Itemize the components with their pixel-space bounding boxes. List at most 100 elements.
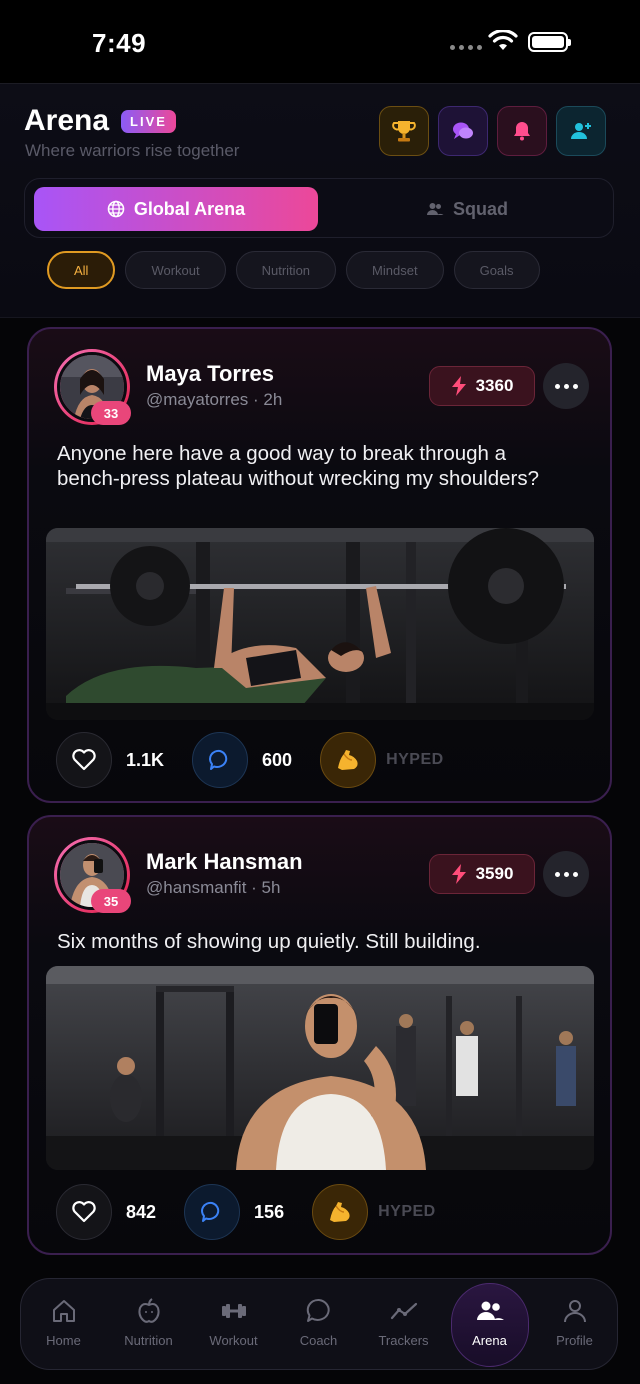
hype-label: HYPED (386, 751, 444, 768)
post-image[interactable] (46, 528, 594, 720)
nav-label: Nutrition (124, 1333, 173, 1348)
users-icon (476, 1301, 504, 1320)
nav-arena[interactable]: Arena (447, 1279, 532, 1371)
filter-chip-nutrition[interactable]: Nutrition (235, 251, 337, 289)
user-icon (563, 1300, 586, 1323)
status-time: 7:49 (92, 28, 147, 58)
nav-coach[interactable]: Coach (276, 1279, 361, 1371)
like-count: 1.1K (126, 749, 165, 770)
page-subtitle: Where warriors rise together (25, 141, 240, 160)
status-bar: 7:49 (0, 0, 640, 84)
nav-home[interactable]: Home (21, 1279, 106, 1371)
add-user-icon (571, 123, 591, 139)
wifi-icon (488, 30, 518, 50)
signal-icon (450, 45, 482, 50)
heart-icon (72, 1201, 96, 1223)
heart-icon (72, 749, 96, 771)
leaderboard-button[interactable] (379, 106, 429, 156)
post-author-meta: @hansmanfit · 5h (146, 878, 281, 897)
power-score: 3590 (429, 854, 535, 894)
chat-bubble-icon (306, 1298, 330, 1322)
post-actions: 1.1K 600 HYPED (56, 732, 444, 788)
filter-chip-goals[interactable]: Goals (453, 251, 540, 289)
add-friend-button[interactable] (556, 106, 606, 156)
globe-icon (107, 200, 125, 218)
users-icon (426, 203, 444, 215)
chat-icon (453, 122, 473, 139)
hype-label: HYPED (378, 1203, 436, 1220)
comment-count: 156 (254, 1201, 285, 1222)
comment-count: 600 (262, 749, 293, 770)
more-options-button[interactable] (543, 851, 589, 897)
post-author-handle: @hansmanfit (146, 878, 247, 897)
filter-chip-workout[interactable]: Workout (125, 251, 226, 289)
comment-icon (209, 749, 228, 770)
flexed-bicep-icon (338, 750, 358, 770)
post-author-meta: @mayatorres · 2h (146, 390, 283, 409)
nav-nutrition[interactable]: Nutrition (106, 1279, 191, 1371)
battery-icon (528, 32, 571, 52)
post-time: 2h (263, 390, 283, 409)
bell-icon (514, 122, 530, 141)
tab-label: Global Arena (133, 198, 246, 219)
post-time: 5h (261, 878, 281, 897)
like-button[interactable] (56, 732, 112, 788)
nav-label: Trackers (378, 1333, 429, 1348)
filter-chip-mindset[interactable]: Mindset (346, 251, 444, 289)
level-badge: 35 (91, 889, 131, 913)
active-indicator (451, 1283, 529, 1367)
more-options-button[interactable] (543, 363, 589, 409)
trophy-icon (392, 121, 416, 142)
bottom-nav: Home Nutrition Workout Coach Trackers Ar… (20, 1278, 618, 1370)
bottom-nav-area: Home Nutrition Workout Coach Trackers Ar… (0, 1262, 640, 1384)
lightning-icon (451, 376, 466, 396)
feed-tabs: Global Arena Squad (24, 178, 614, 238)
post-author-name[interactable]: Mark Hansman (146, 849, 303, 875)
feed-post: 33 Maya Torres @mayatorres · 2h 3360 Any… (27, 327, 612, 803)
arena-header: Arena LIVE Where warriors rise together (0, 84, 640, 318)
nav-profile[interactable]: Profile (532, 1279, 617, 1371)
dumbbell-icon (221, 1304, 246, 1318)
post-author-handle: @mayatorres (146, 390, 249, 409)
power-score-value: 3590 (475, 864, 514, 883)
nav-trackers[interactable]: Trackers (361, 1279, 446, 1371)
apple-icon (137, 1298, 160, 1323)
lightning-icon (451, 864, 466, 884)
page-title: Arena (24, 104, 110, 137)
tab-global-arena[interactable]: Global Arena (34, 187, 318, 231)
nav-label: Arena (472, 1333, 507, 1348)
like-button[interactable] (56, 1184, 112, 1240)
header-actions (379, 106, 606, 156)
messages-button[interactable] (438, 106, 488, 156)
comment-icon (201, 1201, 220, 1222)
nav-label: Coach (299, 1333, 338, 1348)
comment-button[interactable] (192, 732, 249, 788)
notifications-button[interactable] (497, 106, 547, 156)
comment-button[interactable] (184, 1184, 241, 1240)
like-count: 842 (126, 1201, 157, 1222)
title-row: Arena LIVE (24, 104, 176, 138)
post-image[interactable] (46, 966, 594, 1170)
level-badge: 33 (91, 401, 131, 425)
post-actions: 842 156 HYPED (56, 1184, 436, 1240)
nav-label: Profile (556, 1333, 593, 1348)
tab-label: Squad (452, 198, 508, 219)
power-score: 3360 (429, 366, 535, 406)
hype-button[interactable] (312, 1184, 369, 1240)
post-author-name[interactable]: Maya Torres (146, 361, 274, 387)
hype-button[interactable] (320, 732, 377, 788)
flexed-bicep-icon (330, 1202, 350, 1222)
nav-workout[interactable]: Workout (191, 1279, 276, 1371)
trend-icon (390, 1302, 417, 1320)
nav-label: Workout (209, 1333, 258, 1348)
feed-post: 35 Mark Hansman @hansmanfit · 5h 3590 Si… (27, 815, 612, 1255)
power-score-value: 3360 (475, 376, 514, 395)
post-text: Six months of showing up quietly. Still … (57, 930, 481, 953)
category-filters: All Workout Nutrition Mindset Goals (47, 251, 540, 289)
post-text: Anyone here have a good way to break thr… (57, 442, 540, 490)
home-icon (52, 1300, 75, 1322)
filter-chip-all[interactable]: All (47, 251, 116, 289)
nav-label: Home (46, 1333, 81, 1348)
live-badge: LIVE (121, 109, 176, 133)
tab-squad[interactable]: Squad (325, 187, 609, 231)
